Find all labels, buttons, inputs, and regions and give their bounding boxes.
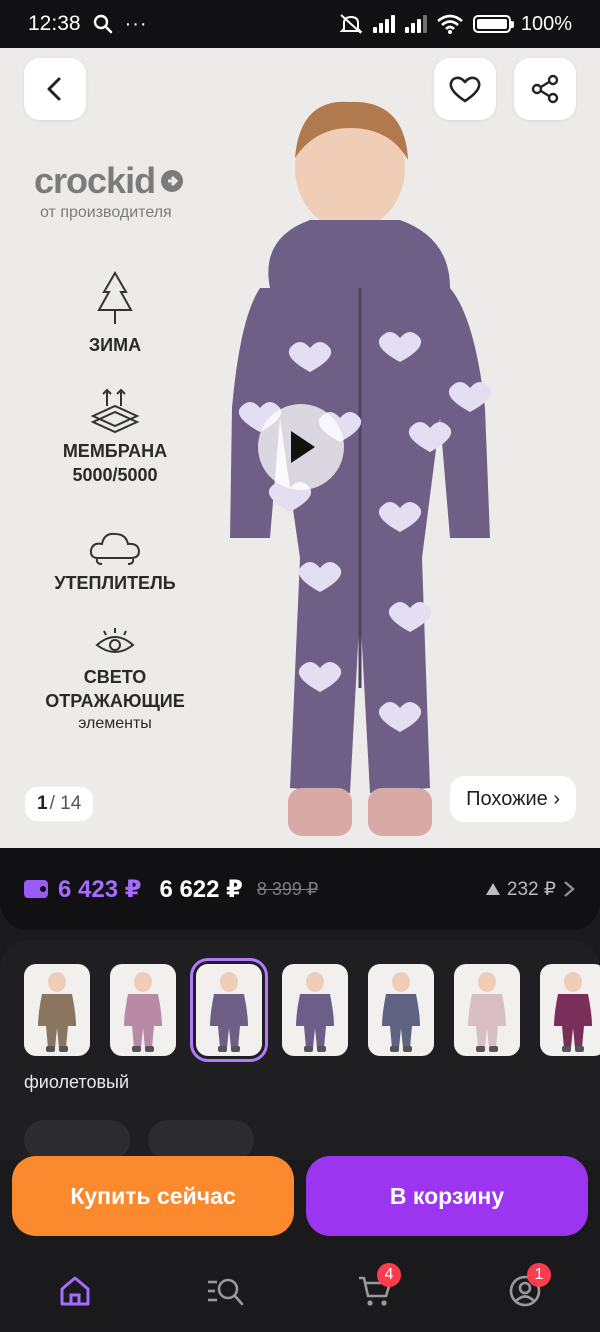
color-thumbnail[interactable]: [540, 964, 600, 1056]
bottom-nav: 4 1: [0, 1250, 600, 1332]
size-chip[interactable]: [24, 1120, 130, 1160]
color-thumbnail[interactable]: [454, 964, 520, 1056]
profile-badge: 1: [527, 1263, 551, 1287]
feature-label: УТЕПЛИТЕЛЬ: [54, 573, 176, 593]
chevron-left-icon: [47, 77, 61, 101]
image-total: / 14: [49, 793, 82, 814]
feature-label: ЗИМА: [88, 335, 142, 355]
thumbnail-image: [468, 972, 506, 1052]
play-icon: [291, 431, 315, 463]
wifi-icon: [437, 14, 463, 34]
heart-icon: [449, 76, 481, 103]
triangle-up-icon: [485, 883, 500, 895]
play-video-button[interactable]: [258, 404, 344, 490]
color-thumbnails: [24, 958, 600, 1062]
cart-badge: 4: [377, 1263, 401, 1287]
price-bar: 6 423 ₽ 6 622 ₽ 8 399 ₽ 232 ₽: [0, 848, 600, 930]
current-price: 6 622 ₽: [159, 875, 243, 903]
catalog-search-icon: [208, 1278, 244, 1306]
favorite-button[interactable]: [434, 58, 496, 120]
product-photo: [230, 101, 492, 836]
search-icon: [93, 14, 112, 34]
feature-reflective: СВЕТО ОТРАЖАЮЩИЕ элементы: [20, 626, 210, 735]
color-thumbnail[interactable]: [282, 964, 348, 1056]
color-thumbnail[interactable]: [110, 964, 176, 1056]
similar-button[interactable]: Похожие ›: [450, 776, 576, 822]
home-icon: [60, 1276, 90, 1306]
buy-now-button[interactable]: Купить сейчас: [12, 1156, 294, 1236]
thumbnail-image: [554, 972, 592, 1052]
battery-level: 100%: [520, 12, 572, 35]
image-index: 1: [37, 793, 48, 814]
thumbnail-image: [382, 972, 420, 1052]
price-diff: 232 ₽: [506, 878, 556, 900]
add-to-cart-label: В корзину: [389, 1182, 505, 1209]
share-icon: [531, 74, 559, 104]
wallet-icon: [24, 880, 48, 898]
thumbnail-image: [296, 972, 334, 1052]
mute-icon: [339, 14, 363, 34]
feature-membrane: МЕМБРАНА 5000/5000: [20, 386, 210, 487]
thumbnail-image: [38, 972, 76, 1052]
signal-icon: [372, 15, 395, 33]
color-thumbnail[interactable]: [190, 958, 268, 1062]
status-time: 12:38: [28, 12, 81, 35]
feature-insulation: УТЕПЛИТЕЛЬ: [20, 528, 210, 595]
buy-now-label: Купить сейчас: [70, 1182, 236, 1209]
eye-icon: [95, 628, 135, 653]
brand-name: crockid: [34, 160, 156, 201]
cloud-icon: [89, 532, 141, 565]
color-name: фиолетовый: [24, 1072, 130, 1092]
color-thumbnail[interactable]: [24, 964, 90, 1056]
add-to-cart-button[interactable]: В корзину: [306, 1156, 588, 1236]
product-gallery[interactable]: crockid от производителя ЗИМА МЕМБРАНА 5…: [0, 48, 600, 848]
tree-icon: [97, 271, 133, 324]
share-button[interactable]: [514, 58, 576, 120]
membrane-icon: [90, 388, 140, 434]
brand-mark-icon: [161, 170, 184, 192]
back-button[interactable]: [24, 58, 86, 120]
similar-label: Похожие ›: [466, 787, 560, 810]
image-counter: 1 / 14: [25, 787, 94, 821]
feature-label: СВЕТО ОТРАЖАЮЩИЕ: [45, 667, 185, 711]
status-bar: 12:38 ··· 100%: [0, 0, 600, 48]
thumbnail-image: [124, 972, 162, 1052]
nav-profile[interactable]: 1: [495, 1261, 555, 1321]
wallet-price: 6 423 ₽: [58, 875, 142, 903]
nav-catalog[interactable]: [195, 1261, 255, 1321]
brand-logo: crockid от производителя: [34, 160, 185, 222]
feature-label: МЕМБРАНА 5000/5000: [62, 441, 168, 485]
size-chip[interactable]: [148, 1120, 254, 1160]
feature-winter: ЗИМА: [20, 270, 210, 357]
color-thumbnail[interactable]: [368, 964, 434, 1056]
variant-panel: фиолетовый: [0, 940, 600, 1160]
more-dots-icon: ···: [124, 12, 148, 35]
nav-home[interactable]: [45, 1261, 105, 1321]
thumbnail-image: [210, 972, 248, 1052]
chevron-right-icon: [564, 881, 575, 897]
battery-icon: [472, 15, 514, 33]
signal-icon-2: [404, 15, 427, 33]
nav-cart[interactable]: 4: [345, 1261, 405, 1321]
old-price: 8 399 ₽: [256, 878, 319, 899]
brand-subtitle: от производителя: [40, 204, 172, 221]
feature-sublabel: элементы: [78, 715, 152, 732]
price-history-link[interactable]: 232 ₽: [485, 878, 576, 901]
